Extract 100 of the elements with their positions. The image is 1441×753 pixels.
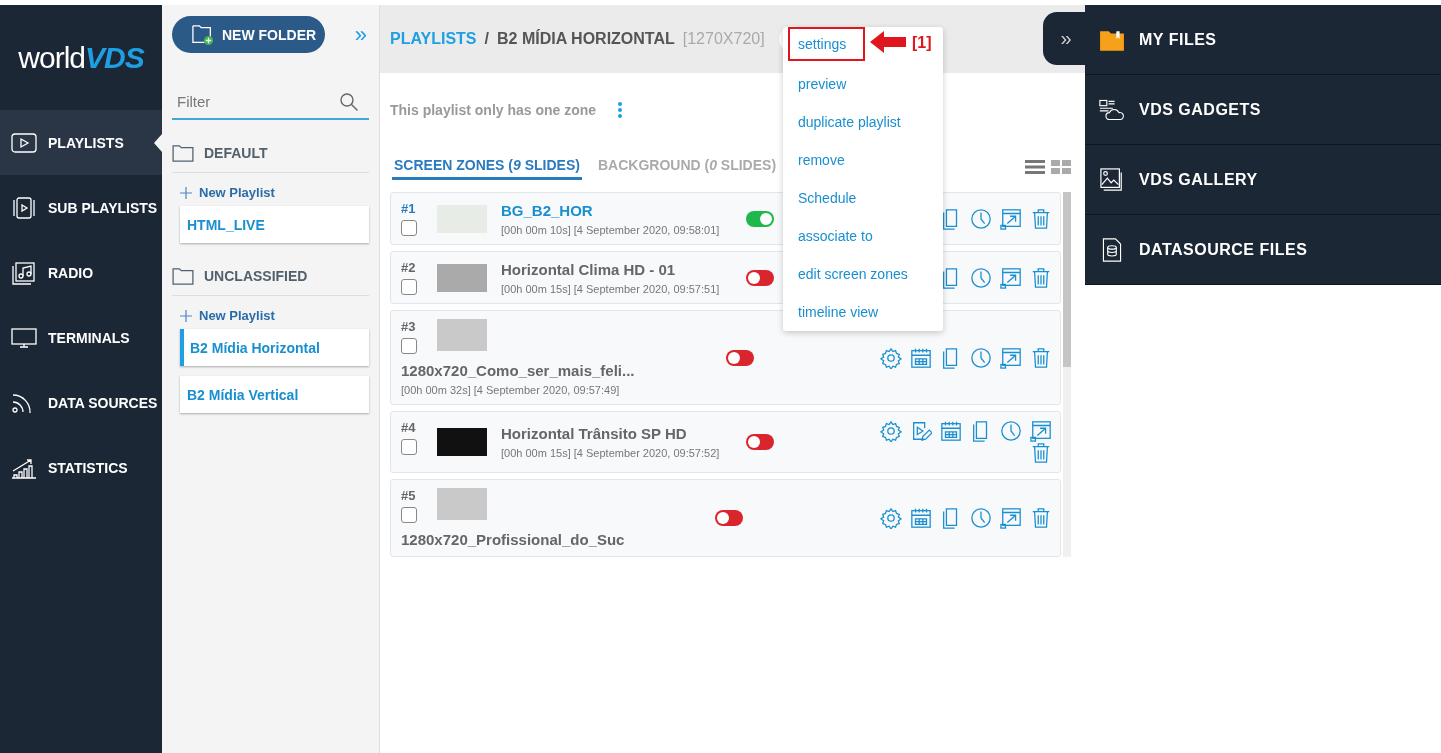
open-icon[interactable]: [1000, 207, 1022, 230]
slide-meta: [00h 00m 15s] [4 September 2020, 09:57:51]: [501, 282, 721, 295]
slide-title[interactable]: 1280x720_Profissional_do_Suc: [401, 531, 625, 548]
folder-icon: [172, 144, 194, 162]
filter-field[interactable]: Filter: [172, 92, 339, 111]
slide-number: #5: [401, 488, 417, 503]
arrow-icon: [870, 30, 908, 54]
playlist-item[interactable]: B2 Mídia Vertical: [180, 376, 369, 413]
folder-add-icon: [192, 23, 214, 46]
plus-icon[interactable]: [180, 309, 192, 322]
toggle-switch[interactable]: [725, 349, 754, 366]
settings-icon[interactable]: [880, 507, 902, 529]
film-icon: [10, 195, 38, 220]
scrollbar[interactable]: [1063, 192, 1071, 557]
toggle-switch[interactable]: [746, 434, 774, 450]
toggle-switch[interactable]: [746, 210, 774, 227]
nav-item[interactable]: STATISTICS: [0, 435, 162, 500]
tab[interactable]: SCREEN ZONES (9 SLIDES): [392, 153, 582, 180]
trash-icon[interactable]: [1030, 442, 1052, 464]
panel-item[interactable]: VDS GALLERY: [1085, 145, 1441, 215]
menu-item[interactable]: edit screen zones: [783, 255, 943, 293]
checkbox[interactable]: [401, 338, 417, 354]
thumbnail: [437, 263, 487, 292]
zone-note: This playlist only has one zone: [390, 102, 597, 118]
folder-icon: [172, 267, 194, 285]
slide-meta: [00h 00m 32s] [4 September 2020, 09:57:49]: [401, 384, 621, 396]
trash-icon[interactable]: [1030, 507, 1052, 529]
list-view-icon[interactable]: [1025, 159, 1045, 174]
thumbnail: [437, 488, 487, 520]
trash-icon[interactable]: [1030, 346, 1052, 369]
play-icon: [10, 130, 38, 155]
nav-item[interactable]: RADIO: [0, 240, 162, 305]
edit-icon[interactable]: [910, 420, 932, 442]
playlist-item[interactable]: B2 Mídia Horizontal: [180, 329, 369, 366]
open-icon[interactable]: [1000, 346, 1022, 369]
clock-icon[interactable]: [970, 207, 992, 230]
toggle-switch[interactable]: [746, 269, 774, 286]
breadcrumb-separator: /: [484, 30, 489, 48]
folder-name[interactable]: DEFAULT: [204, 145, 268, 161]
trash-icon[interactable]: [1030, 266, 1052, 289]
music-icon: [10, 260, 38, 285]
grid-view-icon[interactable]: [1051, 159, 1071, 174]
checkbox[interactable]: [401, 220, 417, 236]
open-icon[interactable]: [1030, 420, 1052, 442]
slide-row[interactable]: #5 1280x720_Profissional_do_Suc: [390, 479, 1061, 557]
new-playlist-link[interactable]: New Playlist: [199, 185, 275, 200]
nav-item[interactable]: TERMINALS: [0, 305, 162, 370]
resolution-label: [1270X720]: [682, 30, 765, 48]
menu-item[interactable]: remove: [783, 141, 943, 179]
panel-item[interactable]: VDS GADGETS: [1085, 75, 1441, 145]
search-icon[interactable]: [339, 91, 359, 112]
menu-item[interactable]: settings: [788, 27, 865, 61]
open-icon[interactable]: [1000, 266, 1022, 289]
annotation-label: [1]: [912, 34, 932, 52]
checkbox[interactable]: [401, 507, 417, 523]
checkbox[interactable]: [401, 279, 417, 295]
slide-number: #4: [401, 420, 417, 435]
slide-number: #2: [401, 260, 417, 275]
clock-icon[interactable]: [970, 346, 992, 369]
slide-number: #1: [401, 201, 417, 216]
clock-icon[interactable]: [970, 507, 992, 529]
gadgets-icon: [1099, 97, 1125, 122]
slide-title[interactable]: Horizontal Trânsito SP HD: [501, 425, 726, 442]
calendar-icon[interactable]: [940, 420, 962, 442]
checkbox[interactable]: [401, 439, 417, 455]
calendar-icon[interactable]: [910, 507, 932, 529]
logo: worldVDS: [17, 39, 146, 76]
panel-item[interactable]: MY FILES: [1085, 5, 1441, 75]
calendar-icon[interactable]: [910, 346, 932, 369]
thumbnail: [437, 319, 487, 351]
settings-icon[interactable]: [880, 346, 902, 369]
menu-item[interactable]: preview: [783, 65, 943, 103]
playlist-item[interactable]: HTML_LIVE: [180, 206, 369, 243]
monitor-icon: [10, 325, 38, 350]
playlist-title: B2 MÍDIA HORIZONTAL: [497, 30, 675, 48]
nav-item[interactable]: PLAYLISTS: [0, 110, 162, 175]
slide-meta: [00h 00m 15s] [4 September 2020, 09:57:52]: [501, 447, 721, 459]
new-folder-button[interactable]: NEW FOLDER: [172, 16, 325, 53]
panel-item[interactable]: DATASOURCE FILES: [1085, 215, 1441, 285]
gallery-icon: [1099, 167, 1125, 192]
plus-icon[interactable]: [180, 186, 192, 199]
toggle-switch[interactable]: [715, 510, 744, 526]
trash-icon[interactable]: [1030, 207, 1052, 230]
slide-title[interactable]: Horizontal Clima HD - 01: [501, 260, 726, 278]
slide-title[interactable]: BG_B2_HOR: [501, 201, 726, 219]
slide-meta: [00h 00m 10s] [4 September 2020, 09:58:01]: [501, 223, 721, 236]
clock-icon[interactable]: [970, 266, 992, 289]
more-icon[interactable]: [618, 102, 623, 118]
slide-row[interactable]: #4 Horizontal Trânsito SP HD [00h 00m 15s] [4 September 2020, 09:57:52]: [390, 411, 1061, 473]
settings-icon[interactable]: [880, 420, 902, 442]
nav-item[interactable]: DATA SOURCES: [0, 370, 162, 435]
clock-icon[interactable]: [1000, 420, 1022, 442]
slide-title[interactable]: 1280x720_Como_ser_mais_feli...: [401, 362, 635, 379]
folder-name[interactable]: UNCLASSIFIED: [204, 268, 308, 284]
new-playlist-link[interactable]: New Playlist: [199, 308, 275, 323]
menu-item[interactable]: duplicate playlist: [783, 103, 943, 141]
open-icon[interactable]: [1000, 507, 1022, 529]
nav-item[interactable]: SUB PLAYLISTS: [0, 175, 162, 240]
thumbnail: [437, 428, 487, 456]
slide-number: #3: [401, 319, 417, 334]
